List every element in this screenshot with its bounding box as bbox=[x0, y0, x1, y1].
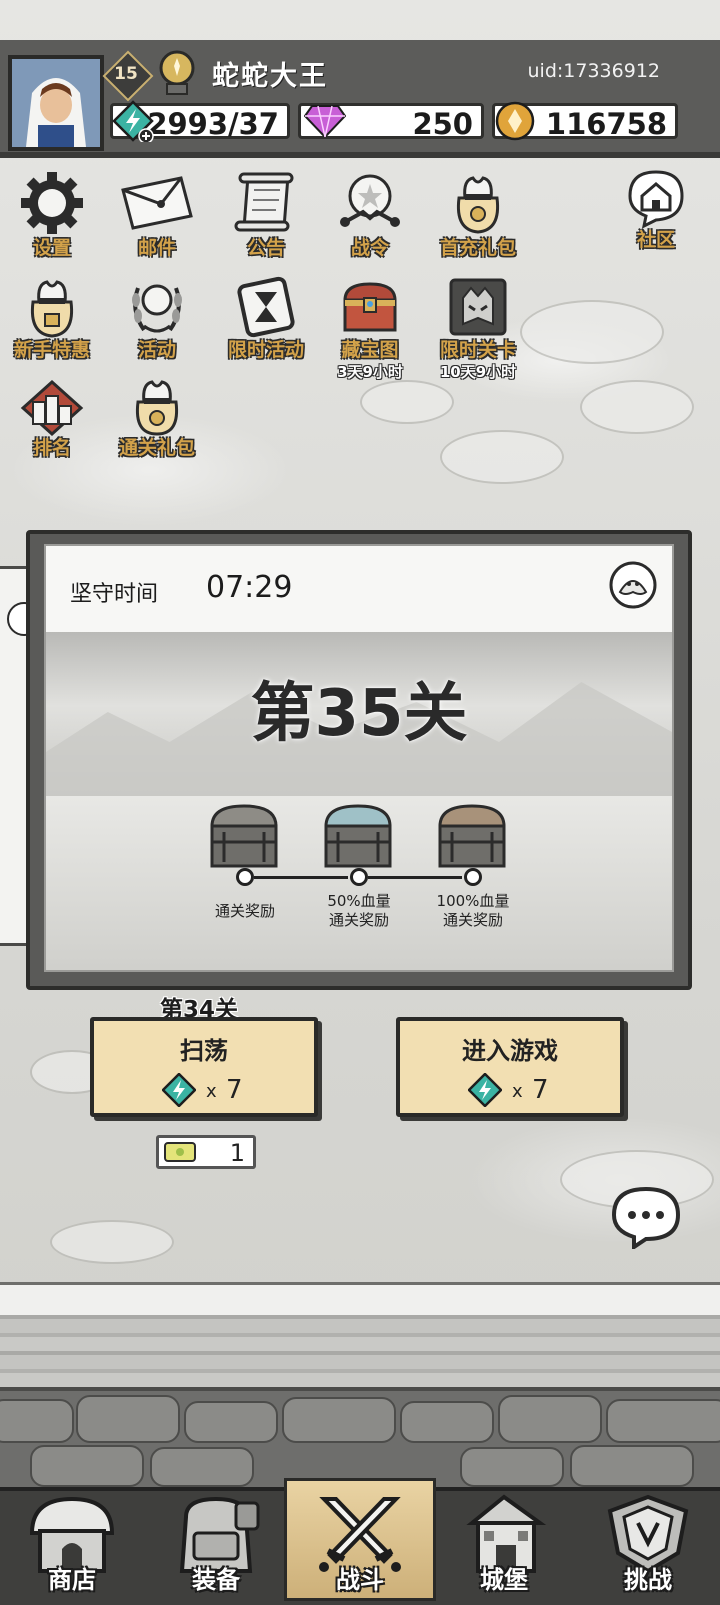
level-panel: 第35关 坚守时间 07:29 通关奖励 50%血量 通关奖励 100%血量 通… bbox=[26, 530, 692, 990]
gear-icon bbox=[21, 172, 83, 234]
first-recharge-gift-button[interactable]: 首充礼包 bbox=[428, 170, 528, 260]
sweep-button[interactable]: 扫荡 x 7 bbox=[90, 1017, 318, 1117]
ghost-icon bbox=[7, 602, 28, 636]
ghost-face-icon[interactable] bbox=[608, 560, 658, 610]
settings-button[interactable]: 设置 bbox=[2, 170, 102, 260]
laurel-icon bbox=[132, 284, 182, 333]
reward-progress-line bbox=[368, 876, 462, 879]
wall-ledge bbox=[0, 1282, 720, 1318]
reward-label-2: 50%血量 通关奖励 bbox=[327, 892, 391, 929]
clear-gift-label: 通关礼包 bbox=[118, 437, 195, 459]
envelope-icon bbox=[121, 176, 193, 230]
enter-cost: 7 bbox=[532, 1075, 549, 1105]
diamond-icon bbox=[304, 105, 346, 138]
events-label: 活动 bbox=[137, 339, 176, 361]
player-level: 15 bbox=[114, 64, 138, 84]
treasure-map-label: 藏宝图 bbox=[341, 339, 399, 361]
reward-node-2 bbox=[350, 868, 368, 886]
limited-stage-button[interactable]: 限时关卡 10天9小时 bbox=[428, 276, 528, 382]
sweep-label: 扫荡 bbox=[180, 1037, 228, 1065]
nav-shop-label: 商店 bbox=[48, 1566, 96, 1594]
nav-castle[interactable]: 城堡 bbox=[432, 1487, 576, 1601]
ticket-count: 1 bbox=[229, 1139, 245, 1167]
level-title: 第35关 bbox=[250, 677, 468, 751]
nav-equipment-label: 装备 bbox=[192, 1566, 240, 1594]
level-banner: 第35关 bbox=[46, 632, 672, 796]
mail-label: 邮件 bbox=[137, 237, 176, 259]
lightning-gem-icon bbox=[468, 1073, 502, 1107]
nav-challenge[interactable]: 挑战 bbox=[576, 1487, 720, 1601]
ranking-label: 排名 bbox=[32, 437, 71, 459]
home-bubble-icon bbox=[628, 170, 684, 228]
sweep-ticket-counter: 1 bbox=[156, 1135, 256, 1169]
nav-battle[interactable]: 战斗 bbox=[288, 1487, 432, 1601]
limited-stage-timer: 10天9小时 bbox=[439, 363, 517, 381]
reward-chest-3[interactable] bbox=[436, 802, 508, 872]
chat-bubble-icon[interactable] bbox=[610, 1185, 682, 1249]
limited-event-button[interactable]: 限时活动 bbox=[216, 276, 316, 362]
podium-icon bbox=[20, 380, 84, 436]
limited-event-label: 限时活动 bbox=[227, 339, 304, 361]
reward-chest-1[interactable] bbox=[208, 802, 280, 872]
player-avatar[interactable] bbox=[8, 55, 104, 151]
nav-battle-label: 战斗 bbox=[336, 1566, 384, 1594]
enter-cost-x: x bbox=[512, 1081, 523, 1102]
community-label: 社区 bbox=[636, 229, 675, 251]
battle-pass-icon bbox=[340, 174, 400, 227]
newbie-deal-button[interactable]: 新手特惠 bbox=[2, 276, 102, 362]
gift-bag-icon bbox=[456, 176, 500, 234]
wall-planks bbox=[0, 1315, 720, 1391]
level-panel-content: 第35关 坚守时间 07:29 通关奖励 50%血量 通关奖励 100%血量 通… bbox=[44, 544, 674, 972]
newbie-deal-label: 新手特惠 bbox=[13, 339, 90, 361]
limited-stage-label: 限时关卡 bbox=[439, 339, 516, 361]
trophy-icon[interactable] bbox=[154, 50, 200, 98]
hold-time-label: 坚守时间 bbox=[70, 582, 159, 607]
sweep-cost-x: x bbox=[206, 1081, 217, 1102]
treasure-map-timer: 3天9小时 bbox=[337, 363, 403, 381]
nav-castle-label: 城堡 bbox=[480, 1566, 528, 1594]
coin-value: 116758 bbox=[545, 107, 667, 141]
gift-bag-icon bbox=[30, 280, 74, 338]
settings-label: 设置 bbox=[32, 237, 71, 259]
nav-challenge-label: 挑战 bbox=[624, 1566, 672, 1594]
nav-shop[interactable]: 商店 bbox=[0, 1487, 144, 1601]
announcement-button[interactable]: 公告 bbox=[216, 170, 316, 260]
ranking-button[interactable]: 排名 bbox=[2, 380, 102, 460]
treasure-map-button[interactable]: 藏宝图 3天9小时 bbox=[320, 276, 420, 382]
player-name: 蛇蛇大王 bbox=[212, 61, 328, 92]
lightning-gem-icon bbox=[112, 100, 154, 142]
reward-chest-2[interactable] bbox=[322, 802, 394, 872]
player-uid: uid:17336912 bbox=[527, 60, 661, 82]
events-button[interactable]: 活动 bbox=[107, 276, 207, 362]
community-button[interactable]: 社区 bbox=[606, 168, 706, 252]
coin-icon bbox=[495, 101, 535, 141]
mail-button[interactable]: 邮件 bbox=[107, 170, 207, 260]
first-recharge-gift-label: 首充礼包 bbox=[439, 237, 516, 259]
reward-label-3: 100%血量 通关奖励 bbox=[436, 892, 510, 929]
demon-mask-icon bbox=[449, 278, 507, 336]
announcement-label: 公告 bbox=[246, 237, 285, 259]
reward-node-3 bbox=[464, 868, 482, 886]
hold-time-value: 07:29 bbox=[206, 570, 293, 605]
reward-progress-line bbox=[254, 876, 348, 879]
reward-node-1 bbox=[236, 868, 254, 886]
nav-equipment[interactable]: 装备 bbox=[144, 1487, 288, 1601]
scroll-icon bbox=[234, 172, 294, 232]
hourglass-icon bbox=[237, 276, 295, 338]
reward-label-1: 通关奖励 bbox=[214, 902, 275, 920]
stamina-value: 2993/37 bbox=[147, 107, 279, 141]
enter-game-button[interactable]: 进入游戏 x 7 bbox=[396, 1017, 624, 1117]
enter-game-label: 进入游戏 bbox=[462, 1037, 558, 1065]
sweep-cost: 7 bbox=[226, 1075, 243, 1105]
lightning-gem-icon bbox=[162, 1073, 196, 1107]
battle-pass-button[interactable]: 战令 bbox=[320, 170, 420, 260]
wall-stones bbox=[0, 1391, 720, 1487]
gift-bag-icon bbox=[135, 380, 179, 436]
treasure-chest-icon bbox=[343, 282, 397, 332]
clear-gift-button[interactable]: 通关礼包 bbox=[107, 380, 207, 460]
battle-pass-label: 战令 bbox=[350, 237, 389, 259]
gem-value: 250 bbox=[412, 107, 473, 141]
ticket-icon bbox=[164, 1142, 196, 1162]
